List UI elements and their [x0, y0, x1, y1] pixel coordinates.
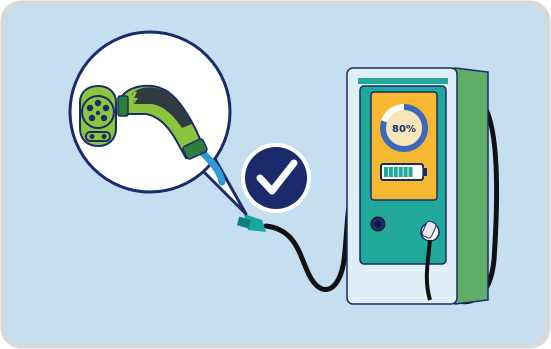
battery-cell: [393, 167, 398, 177]
battery-icon: [380, 163, 427, 181]
ev-charging-illustration: 80%: [0, 0, 551, 349]
battery-cell: [398, 167, 403, 177]
illustration-frame: 80%: [0, 0, 551, 349]
battery-cell: [388, 167, 393, 177]
battery-cell: [413, 167, 418, 177]
charge-percent-label: 80%: [392, 124, 416, 135]
check-badge-icon: [239, 141, 313, 215]
battery-cell: [408, 167, 413, 177]
battery-cell: [418, 167, 423, 177]
charging-port-icon: [79, 84, 117, 148]
battery-cell: [403, 167, 408, 177]
charging-station: 80%: [346, 67, 500, 305]
battery-cell: [384, 167, 388, 177]
